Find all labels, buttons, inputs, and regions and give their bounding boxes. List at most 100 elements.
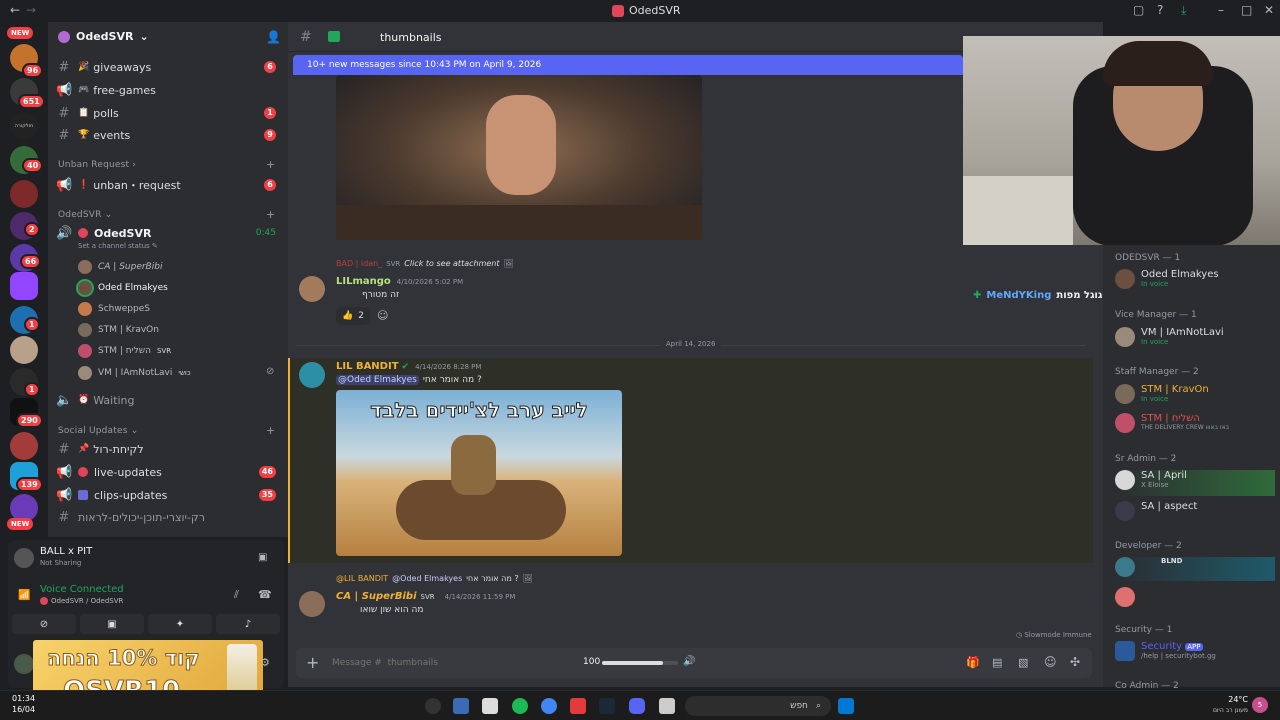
server-icon[interactable] (10, 432, 38, 460)
volume-slider[interactable] (602, 661, 678, 665)
notification-badge[interactable]: 5 (1252, 697, 1268, 713)
noise-suppression-icon[interactable]: ⫽ (234, 588, 239, 602)
back-arrow-icon[interactable]: ← (10, 3, 20, 17)
app-icon[interactable] (482, 698, 498, 714)
minimize-icon[interactable]: – (1218, 3, 1224, 17)
server-icon[interactable] (10, 336, 38, 364)
chrome-icon[interactable] (541, 698, 557, 714)
camera-off-icon[interactable]: ⊘ (12, 614, 76, 634)
channel-creators[interactable]: # רק-יוצרי-תוכן-יכולים-לראות (56, 506, 280, 528)
member-row[interactable]: SA | aspect (1115, 501, 1197, 521)
category-voice[interactable]: OdedSVR ⌄ (58, 210, 112, 220)
twitch-icon[interactable] (10, 272, 38, 300)
author-name[interactable]: CA | SuperBibi (336, 591, 417, 602)
voice-user[interactable]: Oded Elmakyes (78, 279, 168, 297)
category-social[interactable]: Social Updates ⌄ (58, 426, 138, 436)
forward-arrow-icon[interactable]: → (26, 3, 36, 17)
attach-plus-icon[interactable]: + (306, 653, 319, 672)
megaphone-icon: 📢 (56, 464, 73, 480)
channel-clips-updates[interactable]: 📢 clips-updates 35 (56, 484, 280, 506)
activities-icon[interactable]: ✦ (148, 614, 212, 634)
attachment-image[interactable]: לייב ערב לצ'יידים בלבד (336, 390, 622, 556)
reply-preview[interactable]: BAD | idan_ SVR Click to see attachment … (336, 259, 514, 268)
channel-live-updates[interactable]: 📢 live-updates 46 (56, 461, 280, 483)
author-name[interactable]: LIL BANDIT (336, 361, 399, 372)
search-box[interactable]: חפש ⌕ (685, 696, 831, 716)
new-messages-bar[interactable]: 10+ new messages since 10:43 PM on April… (293, 55, 963, 75)
channel-polls[interactable]: # 📋 polls 1 (56, 102, 280, 124)
avatar[interactable] (299, 362, 325, 388)
attachment-image[interactable] (336, 75, 702, 240)
avatar[interactable] (299, 591, 325, 617)
discord-icon[interactable] (629, 698, 645, 714)
member-row[interactable]: BLND (1115, 557, 1275, 581)
app-icon[interactable] (425, 698, 441, 714)
weather-widget[interactable]: 24°C מעונן רב היום (1180, 694, 1248, 716)
timestamp: 4/14/2026 11:59 PM (444, 593, 516, 601)
gif-icon[interactable]: ▤ (992, 656, 1002, 669)
screen-share-icon[interactable]: ▣ (258, 552, 267, 563)
avatar[interactable] (299, 276, 325, 302)
speaker-icon[interactable]: 🔊 (683, 656, 695, 667)
message-input[interactable] (332, 654, 562, 672)
inbox-icon[interactable]: ▢ (1133, 3, 1144, 17)
app-tag: APP (1185, 643, 1203, 651)
help-icon[interactable]: ? (1157, 3, 1163, 17)
category-unban[interactable]: Unban Request › (58, 160, 136, 170)
disconnect-icon[interactable]: ☎ (258, 588, 272, 601)
apps-icon[interactable]: ✣ (1070, 655, 1080, 669)
spotify-icon[interactable] (512, 698, 528, 714)
close-icon[interactable]: ✕ (1264, 3, 1274, 17)
channel-role[interactable]: # 📌 לקיחת-רול (56, 438, 280, 460)
table-shape (336, 205, 702, 240)
gift-icon[interactable]: 🎁 (966, 656, 980, 669)
channel-unban-request[interactable]: 📢 ❗ unban・request 6 (56, 174, 280, 196)
download-icon[interactable]: ⤓ (1181, 3, 1186, 18)
member-row[interactable]: STM | KravOn In voice (1115, 384, 1209, 404)
voice-user[interactable]: VM | IAmNotLavi כושי (78, 364, 191, 382)
server-icon[interactable]: חולקורה (10, 112, 38, 140)
voice-user[interactable]: CA | SuperBibi (78, 258, 162, 276)
member-row[interactable]: SA | April X Eloise (1115, 470, 1275, 496)
sticker-icon[interactable]: ▧ (1018, 656, 1028, 669)
member-row[interactable]: VM | IAmNotLavi In voice (1115, 327, 1224, 347)
member-row[interactable]: STM | השליח THE DELIVERY CREW באו באווו (1115, 413, 1229, 433)
member-row[interactable]: Oded Elmakyes In voice (1115, 269, 1219, 289)
channel-giveaways[interactable]: # 🎉 giveaways 6 (56, 56, 280, 78)
file-icon[interactable] (659, 698, 675, 714)
channel-status[interactable]: Set a channel status ✎ (78, 242, 158, 250)
share-screen-icon[interactable]: ▣ (80, 614, 144, 634)
reply-preview[interactable]: @LIL BANDIT @Oded Elmakyes מה אומר אחי ?… (336, 574, 533, 583)
calculator-icon[interactable] (453, 698, 469, 714)
member-row[interactable] (1115, 587, 1141, 607)
mention[interactable]: @Oded Elmakyes (336, 375, 419, 385)
voice-user[interactable]: STM | השליח SVR (78, 342, 171, 360)
app-icon[interactable] (570, 698, 586, 714)
maximize-icon[interactable]: □ (1241, 3, 1252, 17)
server-icon[interactable] (10, 180, 38, 208)
add-channel-icon[interactable]: + (266, 208, 275, 221)
add-member-icon[interactable]: 👤 (266, 30, 281, 44)
soundboard-icon[interactable]: ♪ (216, 614, 280, 634)
add-reaction-icon[interactable]: ☺ (377, 309, 388, 322)
voice-channel-odedsvr[interactable]: 🔊 OdedSVR 0:45 (56, 222, 280, 244)
add-channel-icon[interactable]: + (266, 424, 275, 437)
member-row[interactable]: Security APP/help | securitybot.gg (1115, 641, 1216, 661)
voice-connected[interactable]: Voice Connected (40, 584, 124, 595)
voice-channel-waiting[interactable]: 🔈 ⏰ Waiting (56, 389, 280, 411)
channel-label: Waiting (93, 393, 135, 407)
channel-events[interactable]: # 🏆 events 9 (56, 124, 280, 146)
windows-start-icon[interactable] (838, 698, 854, 714)
voice-user[interactable]: STM | KravOn (78, 321, 159, 339)
emoji-icon[interactable]: ☺ (1044, 655, 1057, 669)
add-channel-icon[interactable]: + (266, 158, 275, 171)
channel-free-games[interactable]: 📢 🎮 free-games (56, 79, 280, 101)
reaction[interactable]: 👍 2 (336, 307, 370, 325)
author-name[interactable]: LILmango (336, 276, 391, 287)
member-category: Vice Manager — 1 (1115, 310, 1197, 320)
server-header[interactable]: OdedSVR ⌄ (58, 30, 149, 43)
person-figure (486, 95, 556, 195)
hash-icon: # (58, 509, 70, 525)
voice-user[interactable]: SchweppeS (78, 300, 150, 318)
steam-icon[interactable] (599, 698, 615, 714)
